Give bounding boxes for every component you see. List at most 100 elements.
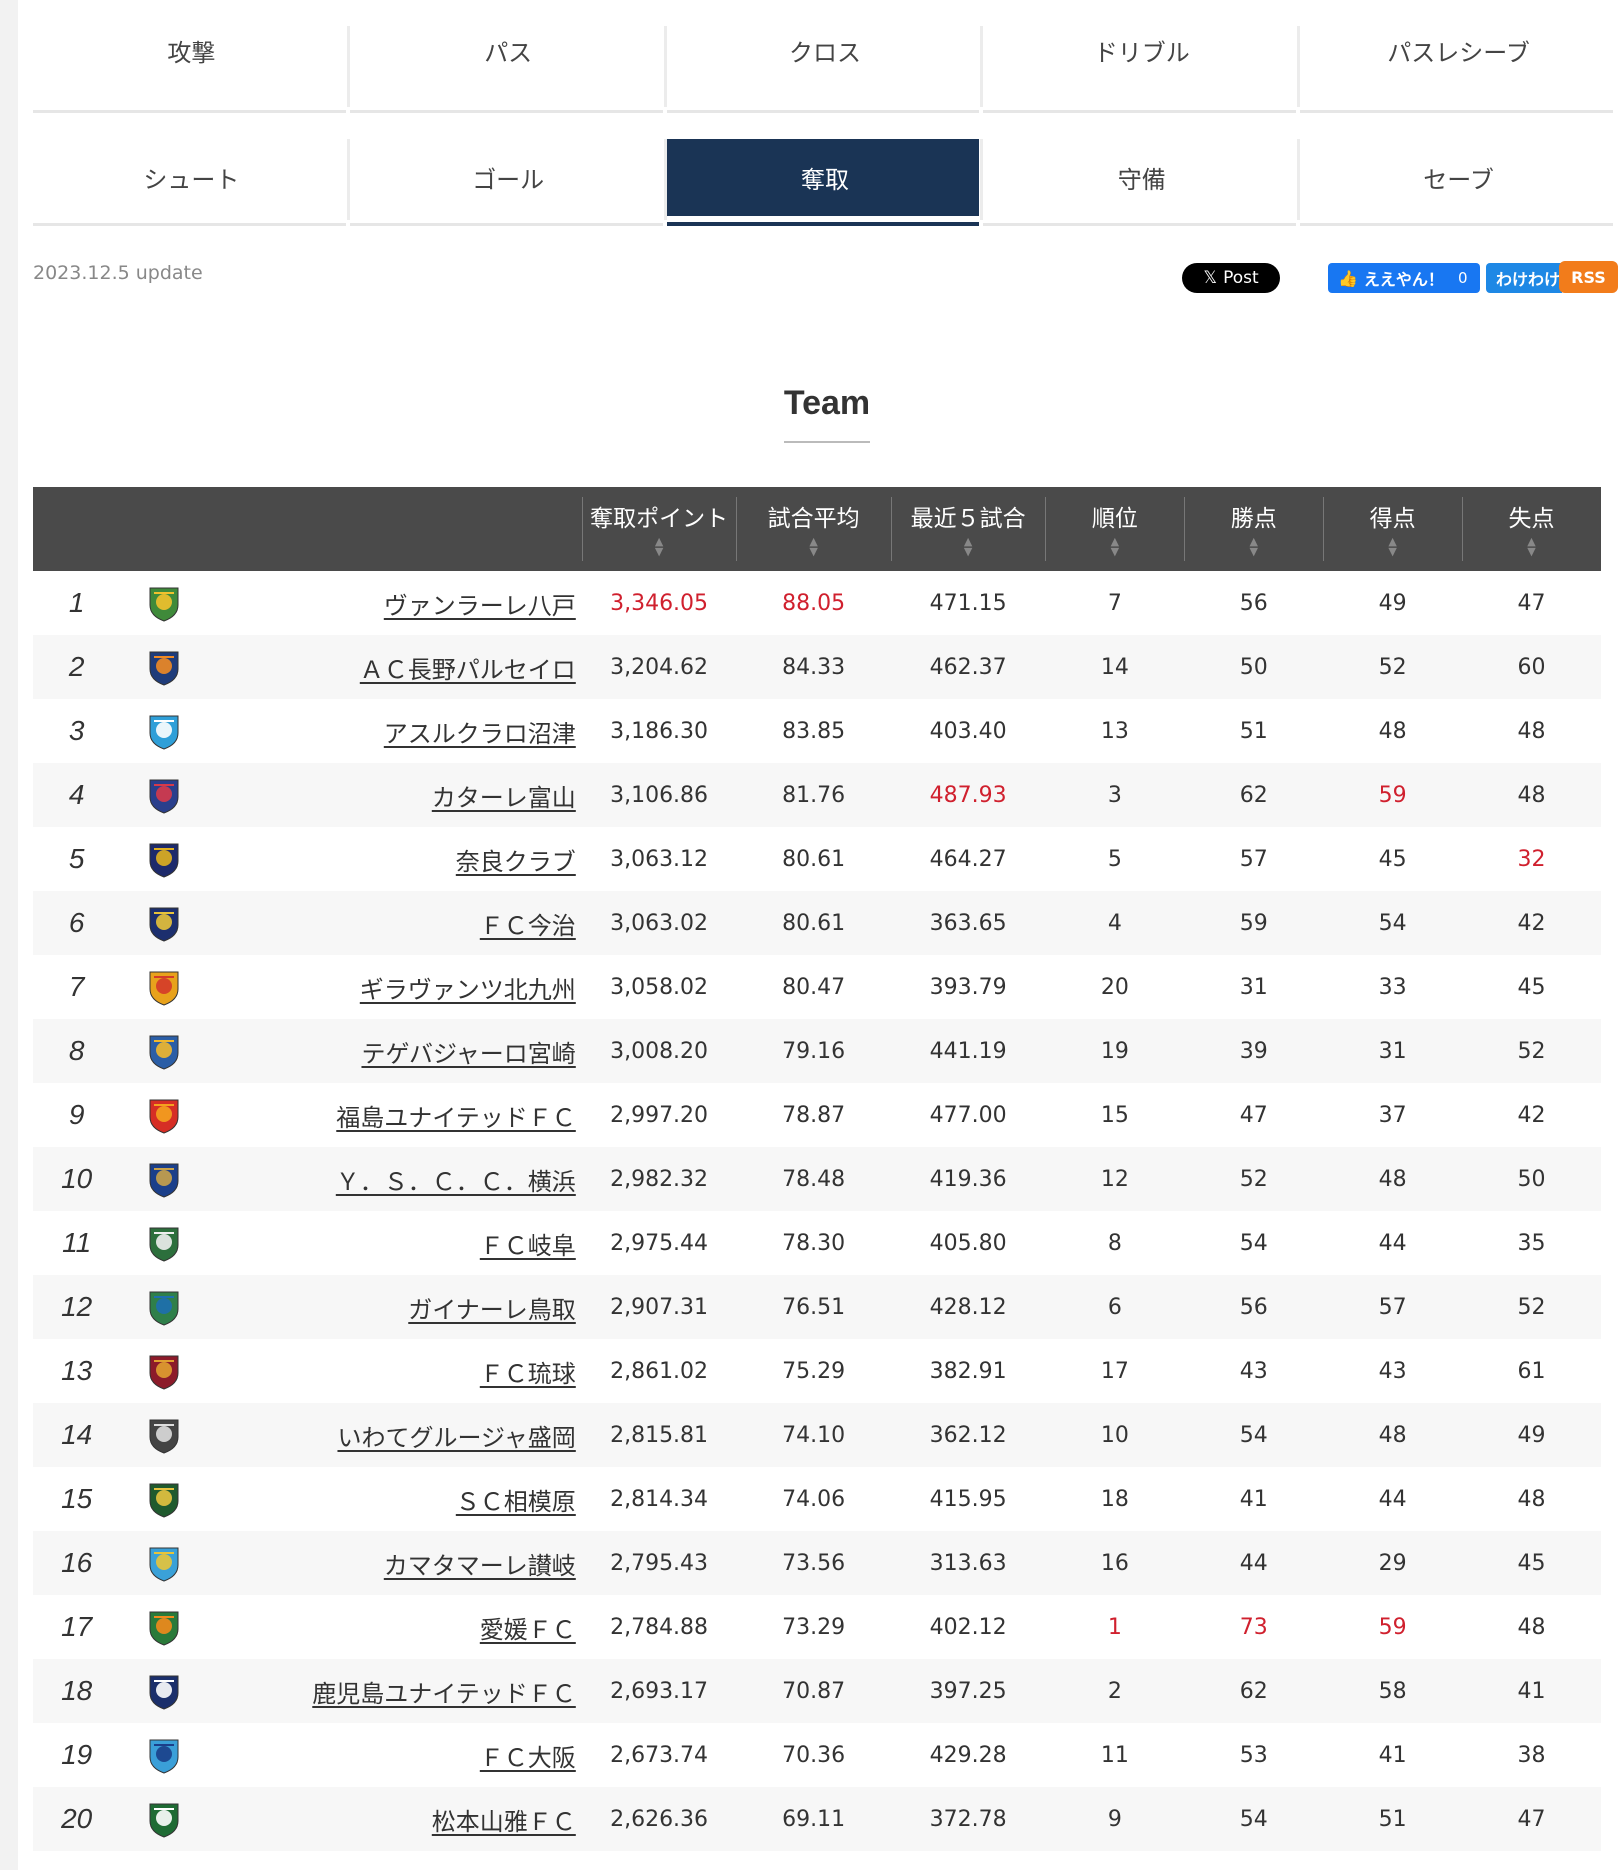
sort-icon[interactable]: ▲ ▼ bbox=[891, 536, 1046, 557]
team-link[interactable]: アスルクラロ沼津 bbox=[384, 720, 576, 748]
header-col-5[interactable]: 得点 ▲ ▼ bbox=[1323, 487, 1462, 571]
tab-tabs_row2-0[interactable]: シュート bbox=[33, 113, 350, 226]
rss-button[interactable]: RSS bbox=[1559, 261, 1618, 293]
team-link[interactable]: カターレ富山 bbox=[432, 784, 576, 812]
stat-cell-pts: 47 bbox=[1239, 1102, 1268, 1128]
stat-cell-points: 3,008.20 bbox=[610, 1038, 709, 1064]
team-emblem-icon bbox=[149, 907, 179, 942]
stat-cell-last5: 487.93 bbox=[929, 782, 1007, 808]
stat-cell-avg: 84.33 bbox=[782, 654, 846, 680]
stat-cell-last5: 372.78 bbox=[929, 1806, 1007, 1832]
stat-cell-avg: 74.10 bbox=[782, 1422, 846, 1448]
hatena-label: わけわけ bbox=[1496, 270, 1561, 289]
team-link[interactable]: ＦＣ今治 bbox=[480, 912, 576, 940]
table-row: 17 愛媛ＦＣ 2,784.88 73.29 402.12 1 73 59 48 bbox=[33, 1595, 1601, 1659]
rank-cell: 9 bbox=[68, 1099, 85, 1130]
stat-cell-last5: 382.91 bbox=[929, 1358, 1007, 1384]
team-link[interactable]: 福島ユナイテッドＦＣ bbox=[336, 1104, 576, 1132]
stat-cell-avg: 69.11 bbox=[782, 1806, 846, 1832]
stat-cell-gf: 57 bbox=[1378, 1294, 1407, 1320]
team-emblem-icon bbox=[149, 779, 179, 814]
team-link[interactable]: カマタマーレ讃岐 bbox=[384, 1552, 576, 1580]
team-link[interactable]: テゲバジャーロ宮崎 bbox=[361, 1040, 575, 1068]
team-link[interactable]: ＳＣ相模原 bbox=[456, 1488, 576, 1516]
stat-cell-last5: 441.19 bbox=[929, 1038, 1007, 1064]
header-col-6[interactable]: 失点 ▲ ▼ bbox=[1462, 487, 1601, 571]
sort-icon[interactable]: ▲ ▼ bbox=[1184, 536, 1323, 557]
stat-cell-gf: 41 bbox=[1378, 1742, 1407, 1768]
stat-cell-pts: 52 bbox=[1239, 1166, 1268, 1192]
team-link[interactable]: ギラヴァンツ北九州 bbox=[360, 976, 576, 1004]
header-label: 得点 bbox=[1369, 506, 1416, 532]
stat-cell-ga: 35 bbox=[1517, 1230, 1546, 1256]
stat-cell-pos: 13 bbox=[1100, 718, 1129, 744]
emblem-cell bbox=[120, 1211, 207, 1275]
stat-cell-avg: 75.29 bbox=[782, 1358, 846, 1384]
tab-tabs_row1-0[interactable]: 攻撃 bbox=[33, 0, 350, 113]
team-emblem-icon bbox=[149, 651, 179, 686]
tab-tabs_row2-4[interactable]: セーブ bbox=[1300, 113, 1617, 226]
tab-tabs_row1-2[interactable]: クロス bbox=[666, 0, 984, 113]
header-col-1[interactable]: 試合平均 ▲ ▼ bbox=[736, 487, 891, 571]
stat-cell-pos: 18 bbox=[1100, 1486, 1129, 1512]
sort-icon[interactable]: ▲ ▼ bbox=[1462, 536, 1601, 557]
stat-cell-pts: 56 bbox=[1239, 590, 1268, 616]
sort-icon[interactable]: ▲ ▼ bbox=[736, 536, 891, 557]
tab-tabs_row1-3[interactable]: ドリブル bbox=[983, 0, 1300, 113]
stat-cell-pts: 57 bbox=[1239, 846, 1268, 872]
stat-cell-pos: 16 bbox=[1100, 1550, 1129, 1576]
table-row: 6 ＦＣ今治 3,063.02 80.61 363.65 4 59 54 42 bbox=[33, 891, 1601, 955]
stat-cell-gf: 44 bbox=[1378, 1230, 1407, 1256]
stat-cell-avg: 80.61 bbox=[782, 846, 846, 872]
team-name-cell: ＦＣ琉球 bbox=[208, 1339, 582, 1403]
team-link[interactable]: Ｙ．Ｓ．Ｃ．Ｃ．横浜 bbox=[336, 1168, 576, 1196]
rank-cell: 15 bbox=[61, 1483, 93, 1514]
header-col-4[interactable]: 勝点 ▲ ▼ bbox=[1184, 487, 1323, 571]
header-col-0[interactable]: 奪取ポイント ▲ ▼ bbox=[581, 487, 737, 571]
stat-cell-gf: 37 bbox=[1378, 1102, 1407, 1128]
team-name-cell: 奈良クラブ bbox=[208, 827, 582, 891]
hatena-bookmark-button[interactable]: わけわけ bbox=[1486, 263, 1562, 293]
facebook-like-button[interactable]: 👍 ええやん！ 0 bbox=[1328, 263, 1480, 293]
team-link[interactable]: ガイナーレ鳥取 bbox=[408, 1296, 576, 1324]
sort-icon[interactable]: ▲ ▼ bbox=[1323, 536, 1462, 557]
x-post-button[interactable]: 𝕏 Post bbox=[1182, 263, 1280, 293]
team-link[interactable]: 松本山雅ＦＣ bbox=[432, 1808, 576, 1836]
team-link[interactable]: 奈良クラブ bbox=[456, 848, 576, 876]
sort-icon[interactable]: ▲ ▼ bbox=[1045, 536, 1184, 557]
team-link[interactable]: ヴァンラーレ八戸 bbox=[384, 592, 576, 620]
team-link[interactable]: 鹿児島ユナイテッドＦＣ bbox=[312, 1680, 576, 1708]
tab-tabs_row2-2[interactable]: 奪取 bbox=[666, 113, 984, 226]
team-link[interactable]: いわてグルージャ盛岡 bbox=[337, 1424, 575, 1452]
stat-cell-pos: 17 bbox=[1100, 1358, 1129, 1384]
stat-cell-gf: 33 bbox=[1378, 974, 1407, 1000]
tab-tabs_row2-1[interactable]: ゴール bbox=[349, 113, 667, 226]
stat-cell-pos: 12 bbox=[1100, 1166, 1129, 1192]
tab-tabs_row1-4[interactable]: パスレシーブ bbox=[1300, 0, 1617, 113]
table-body: 1 ヴァンラーレ八戸 3,346.05 88.05 471.15 7 56 49 47 2 ＡＣ長野… bbox=[33, 571, 1601, 1851]
rank-cell: 12 bbox=[61, 1291, 93, 1322]
team-link[interactable]: 愛媛ＦＣ bbox=[480, 1616, 576, 1644]
table-row: 16 カマタマーレ讃岐 2,795.43 73.56 313.63 16 44 29 45 bbox=[33, 1531, 1601, 1595]
header-col-3[interactable]: 順位 ▲ ▼ bbox=[1045, 487, 1184, 571]
team-emblem-icon bbox=[149, 1099, 179, 1134]
team-link[interactable]: ＦＣ琉球 bbox=[480, 1360, 576, 1388]
header-col-2[interactable]: 最近５試合 ▲ ▼ bbox=[890, 487, 1046, 571]
table-row: 13 ＦＣ琉球 2,861.02 75.29 382.91 17 43 43 61 bbox=[33, 1339, 1601, 1403]
stat-cell-last5: 363.65 bbox=[929, 910, 1007, 936]
team-link[interactable]: ＦＣ大阪 bbox=[480, 1744, 576, 1772]
emblem-cell bbox=[120, 1275, 207, 1339]
tab-tabs_row2-3[interactable]: 守備 bbox=[983, 113, 1300, 226]
stat-cell-pos: 11 bbox=[1100, 1742, 1129, 1768]
stat-cell-avg: 80.61 bbox=[782, 910, 846, 936]
stat-cell-points: 3,058.02 bbox=[610, 974, 709, 1000]
team-name-cell: ＦＣ大阪 bbox=[208, 1723, 582, 1787]
rank-cell: 13 bbox=[61, 1355, 93, 1386]
sort-icon[interactable]: ▲ ▼ bbox=[582, 536, 737, 557]
tab-tabs_row1-1[interactable]: パス bbox=[349, 0, 667, 113]
team-link[interactable]: ＦＣ岐阜 bbox=[480, 1232, 576, 1260]
stat-cell-avg: 78.30 bbox=[782, 1230, 846, 1256]
team-link[interactable]: ＡＣ長野パルセイロ bbox=[360, 656, 576, 684]
stat-cell-pts: 73 bbox=[1239, 1614, 1268, 1640]
update-date: 2023.12.5 update bbox=[33, 262, 203, 284]
